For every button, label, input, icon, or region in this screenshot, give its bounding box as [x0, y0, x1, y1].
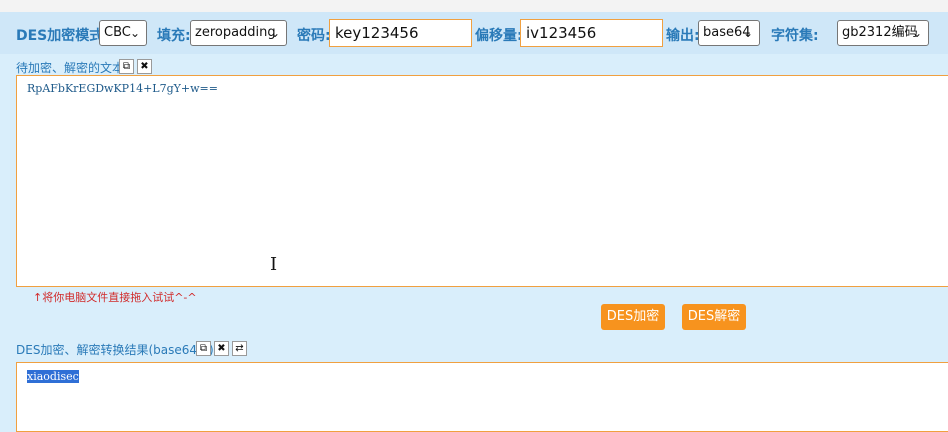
chevron-down-icon: ⌄ — [269, 26, 280, 40]
clear-icon[interactable]: ✖ — [214, 341, 229, 356]
password-label: 密码: — [297, 28, 331, 44]
input-section-label: 待加密、解密的文本: — [16, 61, 129, 75]
clear-icon[interactable]: ✖ — [137, 59, 152, 74]
charset-select-value: gb2312编码 — [842, 25, 918, 40]
mode-select-value: CBC — [104, 25, 131, 40]
padding-select[interactable]: zeropadding ⌄ — [190, 20, 287, 46]
mode-select[interactable]: CBC ⌄ — [99, 20, 147, 46]
input-text: RpAFbKrEGDwKP14+L7gY+w== — [27, 82, 218, 95]
output-select[interactable]: base64 ⌄ — [698, 20, 760, 46]
output-textarea[interactable]: xiaodisec — [16, 362, 948, 432]
swap-icon[interactable]: ⇄ — [232, 341, 247, 356]
copy-icon[interactable]: ⧉ — [196, 341, 211, 356]
padding-label: 填充: — [157, 28, 191, 44]
chevron-down-icon: ⌄ — [911, 26, 922, 40]
mode-label: DES加密模式: — [16, 28, 109, 44]
encrypt-button[interactable]: DES加密 — [601, 304, 665, 330]
chevron-down-icon: ⌄ — [742, 26, 753, 40]
top-border — [0, 0, 948, 12]
output-text: xiaodisec — [27, 370, 79, 383]
offset-label: 偏移量: — [475, 28, 523, 44]
copy-icon[interactable]: ⧉ — [119, 59, 134, 74]
padding-select-value: zeropadding — [195, 25, 276, 40]
charset-select[interactable]: gb2312编码 ⌄ — [837, 20, 929, 46]
input-textarea[interactable]: RpAFbKrEGDwKP14+L7gY+w== — [16, 75, 948, 287]
text-cursor-icon: I — [270, 254, 278, 275]
password-input[interactable]: key123456 — [329, 19, 472, 47]
charset-label: 字符集: — [771, 28, 819, 44]
decrypt-button[interactable]: DES解密 — [682, 304, 746, 330]
offset-input[interactable]: iv123456 — [520, 19, 663, 47]
output-section-label: DES加密、解密转换结果(base64了): — [16, 343, 218, 357]
chevron-down-icon: ⌄ — [129, 26, 140, 40]
output-label: 输出: — [666, 28, 700, 44]
drag-drop-hint: ↑将你电脑文件直接拖入试试^-^ — [33, 291, 197, 304]
options-toolbar: DES加密模式: CBC ⌄ 填充: zeropadding ⌄ 密码: key… — [0, 12, 948, 54]
